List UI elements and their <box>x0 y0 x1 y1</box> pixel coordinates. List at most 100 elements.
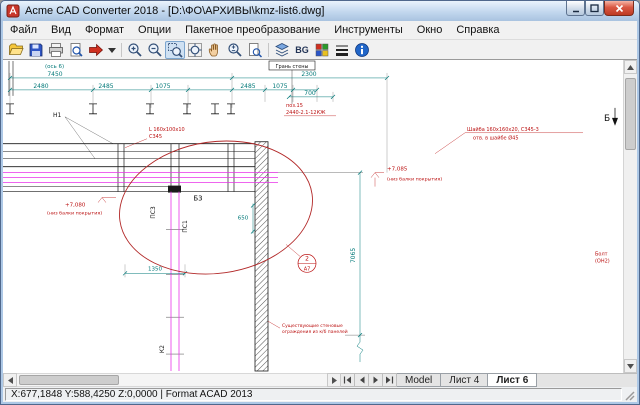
dimension-layer <box>7 72 390 363</box>
open-button[interactable] <box>6 41 26 59</box>
tab-list-4[interactable]: Лист 4 <box>441 373 489 387</box>
print-button[interactable] <box>46 41 66 59</box>
previous-sheet-button[interactable] <box>355 373 369 387</box>
vertical-scrollbar[interactable] <box>623 60 637 373</box>
menu-item-file[interactable]: Файл <box>3 22 44 38</box>
menu-bar: Файл Вид Формат Опции Пакетное преобразо… <box>3 21 637 40</box>
poz15-note-line1: поз.15 <box>286 103 303 109</box>
zoom-in-button[interactable] <box>125 41 145 59</box>
toolbar-separator <box>121 42 122 57</box>
zoom-page-icon <box>249 42 263 58</box>
scroll-up-button[interactable] <box>624 60 637 74</box>
scroll-right-button[interactable] <box>327 373 341 387</box>
menu-item-format[interactable]: Формат <box>78 22 131 38</box>
next-sheet-button[interactable] <box>369 373 383 387</box>
convert-button[interactable] <box>86 41 106 59</box>
revision-cloud-ellipse <box>119 140 313 275</box>
first-sheet-icon <box>343 376 351 384</box>
bg-toggle-label: BG <box>295 44 309 55</box>
sheet-tabs: Model Лист 4 Лист 6 <box>397 373 538 387</box>
maximize-button[interactable] <box>585 1 604 16</box>
tab-model[interactable]: Model <box>397 373 442 387</box>
scroll-left-button[interactable] <box>3 373 17 387</box>
angle-note-line1: L 160х100х10 <box>149 127 185 133</box>
info-button[interactable] <box>352 41 372 59</box>
toolbar: BG <box>3 40 637 59</box>
convert-icon <box>89 43 104 56</box>
convert-dropdown-button[interactable] <box>106 41 118 59</box>
ps1-label: ПС1 <box>182 220 189 233</box>
menu-item-options[interactable]: Опции <box>131 22 178 38</box>
info-icon <box>355 42 369 57</box>
arrow-left-icon <box>7 376 13 384</box>
toolbar-separator <box>268 42 269 57</box>
ps3-label: ПС3 <box>150 206 157 219</box>
b3-label: Б3 <box>193 195 202 203</box>
linewidth-button[interactable] <box>332 41 352 59</box>
zoom-extents-button[interactable] <box>185 41 205 59</box>
last-sheet-button[interactable] <box>383 373 397 387</box>
palette-icon <box>315 43 329 56</box>
minimize-icon <box>572 10 579 13</box>
dim-1350: 1350 <box>148 266 162 272</box>
print-preview-button[interactable] <box>66 41 86 59</box>
angle-note-line2: С345 <box>149 134 162 140</box>
next-sheet-icon <box>373 376 378 384</box>
zoom-page-button[interactable] <box>245 41 265 59</box>
menu-item-tools[interactable]: Инструменты <box>327 22 410 38</box>
title-bar[interactable]: Acme CAD Converter 2018 - [D:\ФО\АРХИВЫ\… <box>1 1 639 21</box>
zoom-window-button[interactable] <box>165 40 185 59</box>
previous-sheet-icon <box>359 376 364 384</box>
bolt-note-line1: Болт <box>595 251 608 257</box>
layers-button[interactable] <box>272 41 292 59</box>
horizontal-scroll-track[interactable] <box>17 373 327 387</box>
close-button[interactable] <box>604 1 634 16</box>
menu-item-help[interactable]: Справка <box>449 22 506 38</box>
save-icon <box>29 43 43 56</box>
linewidth-icon <box>336 45 348 56</box>
elevation-right-value: +7,085 <box>387 167 408 173</box>
palette-button[interactable] <box>312 41 332 59</box>
minimize-button[interactable] <box>566 1 585 16</box>
tab-list-6[interactable]: Лист 6 <box>488 373 538 387</box>
wall-note-line2: ограждения из к/б панелей <box>282 328 348 335</box>
zoom-realtime-icon <box>228 42 242 57</box>
zoom-realtime-button[interactable] <box>225 41 245 59</box>
dim-2485-a: 2485 <box>98 83 113 90</box>
layers-icon <box>275 42 289 57</box>
drawing-canvas[interactable]: (ось 6) 7450 2300 2480 2485 1075 2485 10… <box>3 60 623 373</box>
shayba-note-line2: отв. в шайбе Ø45 <box>473 135 519 142</box>
arrow-down-icon <box>627 363 634 369</box>
wall-note-line1: Существующие стеновые <box>282 323 343 329</box>
resize-grip-icon <box>625 391 635 401</box>
maximize-icon <box>590 4 599 13</box>
n1-label: Н1 <box>53 112 62 119</box>
vertical-scroll-thumb[interactable] <box>625 78 636 150</box>
first-sheet-button[interactable] <box>341 373 355 387</box>
menu-item-view[interactable]: Вид <box>44 22 78 38</box>
callout-number: 2 <box>305 255 309 262</box>
dim-2485-b: 2485 <box>240 83 255 90</box>
convert-dropdown-icon <box>108 47 116 53</box>
resize-grip[interactable] <box>622 388 635 401</box>
zoom-out-button[interactable] <box>145 41 165 59</box>
elevation-left-note: (низ балки покрытия) <box>47 210 102 217</box>
scroll-down-button[interactable] <box>624 359 637 373</box>
dim-1075-a: 1075 <box>155 83 170 90</box>
vertical-scroll-track[interactable] <box>624 74 637 359</box>
axis-layer <box>3 172 278 372</box>
horizontal-scroll-thumb[interactable] <box>19 375 119 385</box>
horizontal-scrollbar[interactable] <box>3 373 341 387</box>
section-mark-label: Б <box>604 114 610 124</box>
close-icon <box>615 4 623 13</box>
menu-item-window[interactable]: Окно <box>410 22 450 38</box>
save-button[interactable] <box>26 41 46 59</box>
dim-2480: 2480 <box>33 83 48 90</box>
dim-7450: 7450 <box>47 71 62 78</box>
pan-button[interactable] <box>205 41 225 59</box>
dim-700: 700 <box>304 90 316 97</box>
menu-item-batch-convert[interactable]: Пакетное преобразование <box>178 22 327 38</box>
bottom-bar: Model Лист 4 Лист 6 <box>3 373 637 387</box>
poz15-note-line2: 2440-2.1-12КЖ <box>286 110 326 116</box>
bg-toggle-button[interactable]: BG <box>292 41 312 59</box>
